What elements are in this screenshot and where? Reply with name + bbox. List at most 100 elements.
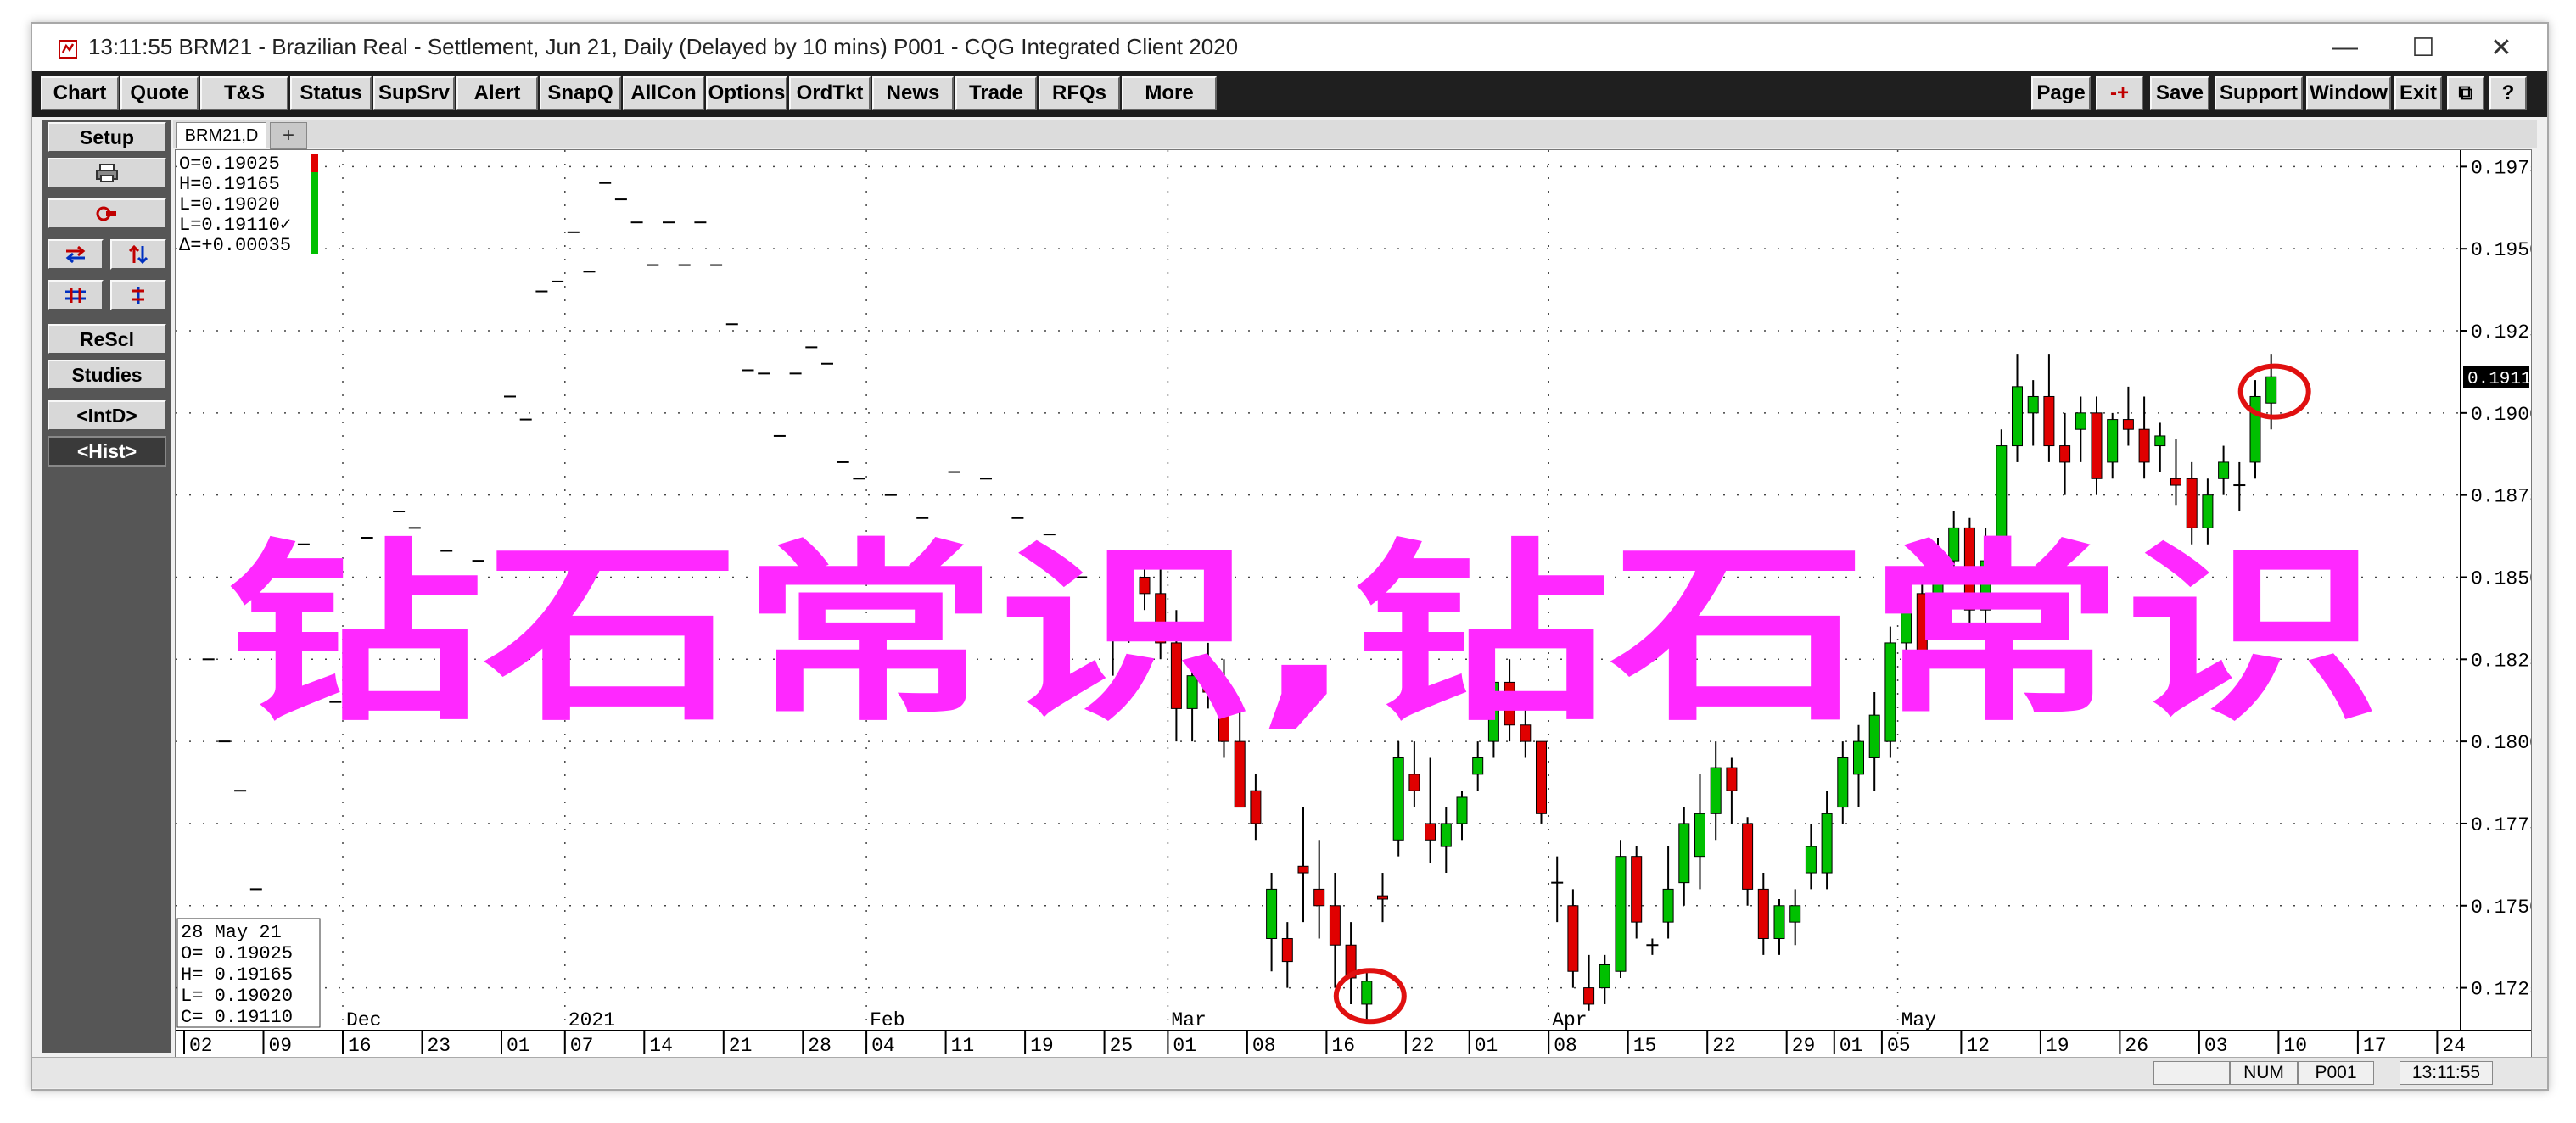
save-button[interactable]: Save: [2150, 76, 2209, 110]
menu-ts[interactable]: T&S: [200, 76, 288, 110]
maximize-button[interactable]: ☐: [2384, 27, 2462, 68]
x-tick-label: 23: [428, 1035, 451, 1057]
candle: [2012, 354, 2023, 462]
candle: [2233, 461, 2246, 512]
app-logo-icon: [59, 40, 77, 59]
x-tick-label: 02: [189, 1035, 213, 1057]
menu-ordtkt[interactable]: OrdTkt: [789, 76, 871, 110]
candle: [1646, 938, 1659, 955]
candle: [1425, 757, 1436, 863]
menu-rfqs[interactable]: RFQs: [1039, 76, 1120, 110]
close-button[interactable]: ✕: [2462, 27, 2540, 68]
expand-vertical-button[interactable]: [110, 280, 166, 310]
link-button[interactable]: [48, 198, 166, 229]
candle-body: [2138, 428, 2150, 463]
info-low: L= 0.19020: [181, 986, 293, 1007]
menu-status[interactable]: Status: [290, 76, 372, 110]
vertical-arrows-icon: [128, 244, 148, 265]
scroll-horizontal-button[interactable]: [48, 239, 104, 270]
x-tick-label: 01: [507, 1035, 530, 1057]
ohlc-low: L=0.19020: [179, 194, 280, 215]
tab-brm21[interactable]: BRM21,D: [176, 122, 266, 148]
menu-allcon[interactable]: AllCon: [623, 76, 704, 110]
menu-more[interactable]: More: [1122, 76, 1217, 110]
candle-body: [1392, 757, 1404, 841]
price-chart[interactable]: 0.19750 0.19500 0.19250 0.19000 0.18750 0.185…: [175, 149, 2532, 1074]
y-tick-label: 0.19750: [2471, 157, 2531, 179]
menu-chart[interactable]: Chart: [41, 76, 119, 110]
x-tick-label: 19: [2046, 1035, 2069, 1057]
add-tab-button[interactable]: +: [270, 122, 307, 149]
y-tick-label: 0.19250: [2471, 321, 2531, 344]
exit-button[interactable]: Exit: [2394, 76, 2442, 110]
candle: [1599, 954, 1610, 1004]
candle-body: [1329, 905, 1341, 946]
menu-snapq[interactable]: SnapQ: [540, 76, 621, 110]
help-icon[interactable]: ?: [2489, 76, 2527, 110]
x-tick-label: 07: [570, 1035, 594, 1057]
expand-icon: [65, 288, 86, 303]
expand-horizontal-button[interactable]: [48, 280, 104, 310]
candle-body: [2091, 412, 2103, 479]
zoom-button[interactable]: -+: [2096, 76, 2143, 110]
month-label: May: [1901, 1009, 1937, 1031]
x-tick-label: 25: [1110, 1035, 1134, 1057]
print-button[interactable]: [48, 158, 166, 188]
ohlc-box: O=0.19025 H=0.19165 L=0.19020 L=0.19110✓…: [177, 152, 318, 256]
menu-trade[interactable]: Trade: [955, 76, 1037, 110]
candle: [1583, 954, 1595, 1011]
setup-button[interactable]: Setup: [48, 122, 166, 153]
candle: [2249, 380, 2261, 479]
candle: [2154, 422, 2166, 472]
menu-quote[interactable]: Quote: [120, 76, 199, 110]
menu-news[interactable]: News: [872, 76, 954, 110]
month-label: 2021: [568, 1009, 615, 1031]
candle: [1789, 889, 1801, 946]
info-date: 28 May 21: [181, 922, 282, 943]
candle-body: [1567, 905, 1579, 972]
candle: [1694, 774, 1705, 890]
candle: [1472, 741, 1484, 791]
y-tick-label: 0.19000: [2471, 404, 2531, 426]
candle: [2043, 354, 2055, 462]
candle-body: [1583, 987, 1595, 1005]
candle-body: [1377, 895, 1388, 900]
candle: [1329, 873, 1341, 988]
support-button[interactable]: Support: [2215, 76, 2303, 110]
x-tick-label: 24: [2442, 1035, 2466, 1057]
history-button[interactable]: <Hist>: [48, 436, 166, 467]
x-tick-label: 22: [1411, 1035, 1435, 1057]
scroll-vertical-button[interactable]: [110, 239, 166, 270]
month-label: Apr: [1552, 1009, 1587, 1031]
rescale-button[interactable]: ReScl: [48, 324, 166, 355]
restore-icon[interactable]: ⧉: [2447, 76, 2484, 110]
candle: [1377, 873, 1388, 923]
menu-alert[interactable]: Alert: [456, 76, 538, 110]
watermark-overlay-text: 钻石常识,钻石常识: [227, 522, 2382, 747]
page-button[interactable]: Page: [2031, 76, 2091, 110]
intraday-button[interactable]: <IntD>: [48, 400, 166, 431]
candle: [1361, 971, 1373, 1021]
info-box: 28 May 21 O= 0.19025 H= 0.19165 L= 0.190…: [176, 918, 321, 1028]
status-num: NUM: [2230, 1061, 2298, 1085]
studies-button[interactable]: Studies: [48, 360, 166, 390]
y-tick-label: 0.17500: [2471, 897, 2531, 919]
window-title: 13:11:55 BRM21 - Brazilian Real - Settle…: [88, 34, 1239, 59]
menu-bar: Chart Quote T&S Status SupSrv Alert Snap…: [32, 71, 2547, 117]
candle-body: [1694, 813, 1705, 858]
x-tick-label: 10: [2283, 1035, 2307, 1057]
chart-tab-bar: BRM21,D +: [173, 120, 2537, 149]
candle-body: [2186, 478, 2198, 528]
candle-body: [1425, 823, 1436, 841]
minimize-button[interactable]: —: [2306, 27, 2384, 68]
candle: [1297, 807, 1309, 923]
menu-supsrv[interactable]: SupSrv: [373, 76, 455, 110]
candle: [2218, 445, 2230, 495]
window-button[interactable]: Window: [2306, 76, 2391, 110]
info-high: H= 0.19165: [181, 964, 293, 986]
candle: [1805, 823, 1817, 890]
x-tick-label: 16: [348, 1035, 372, 1057]
candle: [2075, 396, 2086, 462]
menu-options[interactable]: Options: [706, 76, 787, 110]
x-tick-label: 05: [1887, 1035, 1911, 1057]
